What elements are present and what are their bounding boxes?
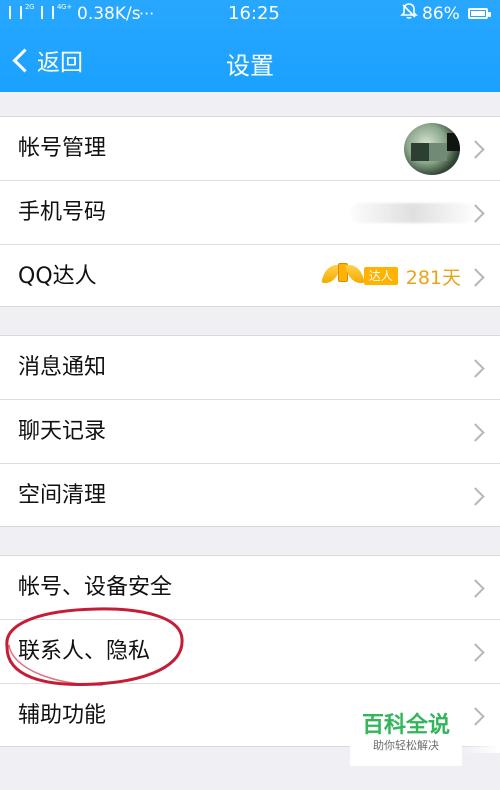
settings-row-storage-cleanup[interactable]: 空间清理 — [0, 464, 500, 528]
watermark-subtitle: 助你轻松解决 — [373, 739, 439, 752]
blurred-phone-number — [350, 203, 476, 223]
status-bar: 2G 4G+ 0.38K/s ··· 16:25 86% — [0, 0, 500, 28]
signal-bars-icon — [9, 6, 22, 19]
alarm-off-icon — [400, 1, 418, 29]
avatar — [404, 123, 460, 175]
chevron-right-icon — [466, 268, 485, 287]
settings-row-label: 帐号、设备安全 — [18, 575, 173, 600]
top-header: 2G 4G+ 0.38K/s ··· 16:25 86% 返回 设置 — [0, 0, 500, 92]
battery-icon — [468, 8, 491, 19]
chevron-right-icon — [466, 423, 485, 442]
settings-row-account-management[interactable]: 帐号管理 — [0, 117, 500, 181]
battery-fill — [471, 11, 485, 16]
chevron-right-icon — [466, 140, 485, 159]
status-time: 16:25 — [228, 3, 280, 24]
watermark-title: 百科全说 — [361, 713, 450, 738]
settings-row-label: 空间清理 — [18, 483, 107, 508]
settings-screen: 2G 4G+ 0.38K/s ··· 16:25 86% 返回 设置 帐号管理 … — [0, 0, 500, 790]
settings-row-label: 消息通知 — [18, 355, 107, 380]
settings-row-qq-daren[interactable]: QQ达人 达人 281天 — [0, 245, 500, 308]
navigation-bar: 返回 设置 — [0, 28, 500, 92]
signal-bars-icon — [41, 6, 54, 19]
battery-percent: 86% — [422, 4, 460, 24]
settings-row-label: 帐号管理 — [18, 136, 107, 161]
chevron-right-icon — [466, 579, 485, 598]
settings-row-chat-history[interactable]: 聊天记录 — [0, 400, 500, 464]
settings-row-label: 手机号码 — [18, 200, 107, 225]
account-settings-group: 帐号管理 手机号码 QQ达人 达人 281天 — [0, 116, 500, 307]
more-indicator: ··· — [139, 4, 155, 23]
daren-tag: 达人 — [363, 267, 398, 285]
daren-days: 281天 — [405, 266, 461, 289]
signal-2-label: 4G+ — [57, 3, 72, 11]
watermark-fade — [460, 725, 500, 753]
settings-row-account-device-security[interactable]: 帐号、设备安全 — [0, 556, 500, 620]
qq-daren-badge: 达人 281天 — [324, 261, 461, 291]
settings-row-label: 聊天记录 — [18, 419, 107, 444]
data-settings-group: 消息通知 聊天记录 空间清理 — [0, 335, 500, 527]
settings-row-label: 辅助功能 — [18, 703, 107, 728]
page-title: 设置 — [226, 52, 274, 80]
chevron-right-icon — [466, 487, 485, 506]
chevron-right-icon — [466, 359, 485, 378]
settings-row-label: 联系人、隐私 — [18, 639, 151, 664]
network-speed: 0.38K/s — [77, 4, 141, 24]
settings-row-phone-number[interactable]: 手机号码 — [0, 181, 500, 245]
phone-icon — [337, 263, 348, 282]
daren-wing-icon — [324, 263, 362, 289]
settings-row-label: QQ达人 — [18, 264, 97, 289]
settings-row-message-notifications[interactable]: 消息通知 — [0, 336, 500, 400]
chevron-right-icon — [466, 707, 485, 726]
settings-row-contacts-privacy[interactable]: 联系人、隐私 — [0, 620, 500, 684]
watermark: 百科全说 助你轻松解决 — [350, 708, 462, 766]
chevron-right-icon — [466, 643, 485, 662]
